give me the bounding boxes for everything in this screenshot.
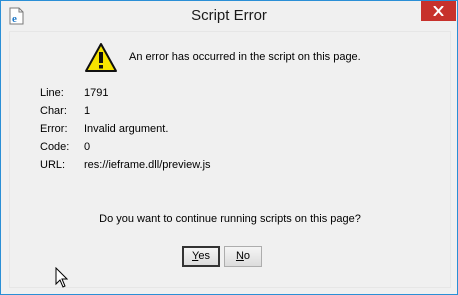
continue-question: Do you want to continue running scripts … (99, 213, 361, 225)
no-button[interactable]: No (224, 246, 262, 267)
title-bar[interactable]: e Script Error (1, 1, 457, 31)
url-label: URL: (40, 159, 66, 171)
line-value: 1791 (84, 87, 109, 99)
close-button[interactable] (421, 1, 456, 21)
char-value: 1 (84, 105, 91, 117)
dialog-content: An error has occurred in the script on t… (9, 31, 451, 288)
yes-button[interactable]: Yes (182, 246, 220, 267)
char-label: Char: (40, 105, 67, 117)
error-label: Error: (40, 123, 68, 135)
close-icon (433, 6, 444, 16)
error-value: Invalid argument. (84, 123, 169, 135)
no-mnemonic: N (235, 250, 244, 262)
mouse-pointer-icon (55, 266, 69, 294)
yes-label-rest: es (198, 250, 210, 262)
code-label: Code: (40, 141, 70, 153)
error-message: An error has occurred in the script on t… (129, 51, 361, 63)
url-value: res://ieframe.dll/preview.js (84, 159, 211, 171)
script-error-dialog: e Script Error An error has occurred in … (0, 0, 458, 295)
code-value: 0 (84, 141, 91, 153)
line-label: Line: (40, 87, 64, 99)
warning-icon (84, 42, 118, 74)
no-label-rest: o (243, 250, 251, 262)
dialog-title: Script Error (191, 7, 267, 24)
